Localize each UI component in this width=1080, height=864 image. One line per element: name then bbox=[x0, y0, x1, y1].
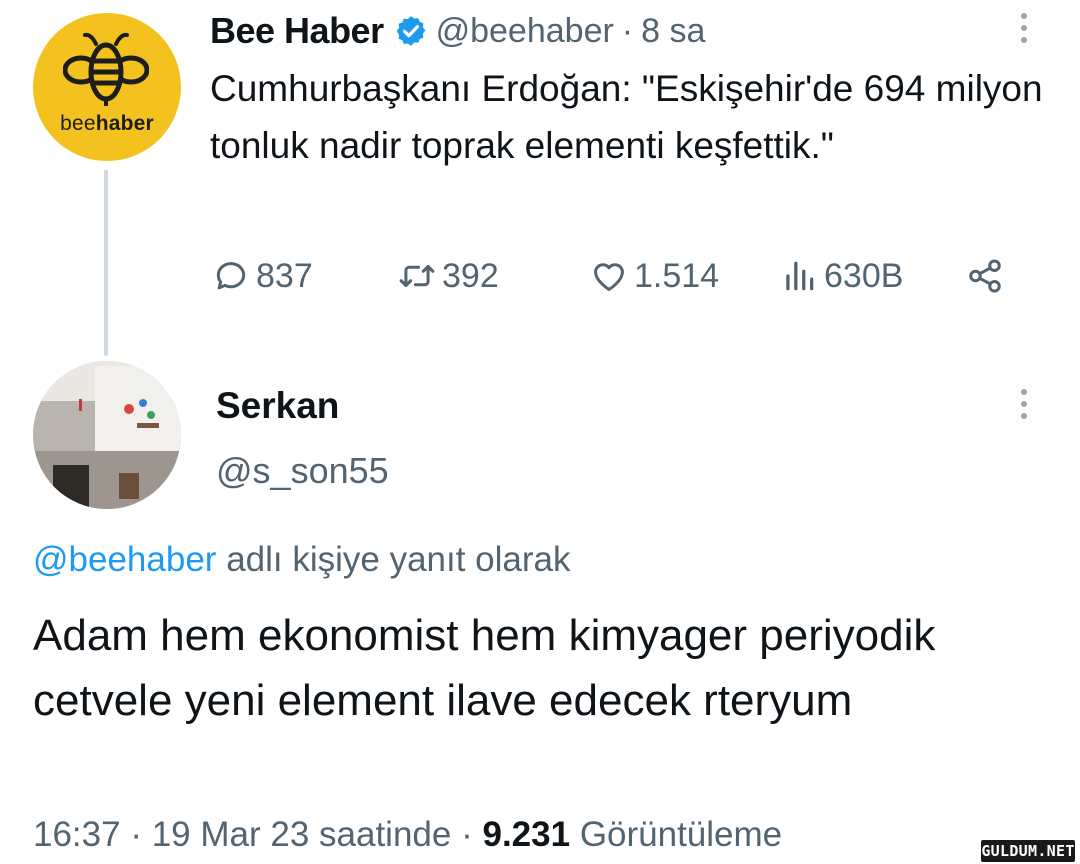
reply-author-handle[interactable]: @s_son55 bbox=[216, 450, 389, 492]
more-options-icon[interactable] bbox=[1014, 389, 1034, 425]
reply-date[interactable]: 19 Mar 23 saatinde bbox=[152, 815, 452, 854]
avatar-photo bbox=[33, 361, 181, 509]
like-count: 1.514 bbox=[634, 256, 720, 295]
reply-icon bbox=[216, 262, 246, 290]
verified-badge-icon bbox=[396, 16, 425, 46]
reply-views-count: 9.231 bbox=[482, 815, 571, 854]
views-count: 630B bbox=[824, 256, 904, 295]
views-button[interactable]: 630B bbox=[780, 250, 903, 302]
beehaber-wordmark: beehaber bbox=[60, 112, 154, 135]
reply-time[interactable]: 16:37 bbox=[33, 815, 121, 854]
separator-dot: · bbox=[621, 11, 634, 50]
heart-icon bbox=[594, 263, 624, 291]
replying-to-mention[interactable]: @beehaber bbox=[33, 540, 216, 579]
replying-to: @beehaber adlı kişiye yanıt olarak bbox=[33, 540, 571, 580]
tweet-text: Cumhurbaşkanı Erdoğan: "Eskişehir'de 694… bbox=[210, 68, 1043, 166]
reply-text: Adam hem ekonomist hem kimyager periyodi… bbox=[33, 611, 936, 725]
author-name[interactable]: Bee Haber bbox=[210, 10, 384, 52]
bee-logo-icon bbox=[63, 32, 149, 106]
reply-button[interactable]: 837 bbox=[212, 250, 313, 302]
tweet-time[interactable]: 8 sa bbox=[641, 12, 705, 51]
thread-line bbox=[104, 170, 108, 356]
tweet-header: Bee Haber @beehaber · 8 sa bbox=[210, 9, 705, 53]
share-button[interactable] bbox=[966, 250, 1010, 302]
reply-author-name[interactable]: Serkan bbox=[216, 385, 339, 427]
reply-meta: 16:37 · 19 Mar 23 saatinde · 9.231 Görün… bbox=[33, 815, 782, 855]
replying-to-label: adlı kişiye yanıt olarak bbox=[226, 540, 571, 579]
separator-dot: · bbox=[461, 815, 473, 854]
like-button[interactable]: 1.514 bbox=[590, 250, 719, 302]
reply-count: 837 bbox=[256, 256, 313, 295]
site-watermark: GULDUM.NET bbox=[981, 840, 1075, 862]
analytics-icon bbox=[786, 261, 814, 291]
separator-dot: · bbox=[130, 815, 142, 854]
serkan-avatar[interactable] bbox=[33, 361, 181, 509]
reply-views-label: Görüntüleme bbox=[579, 815, 783, 854]
author-handle[interactable]: @beehaber bbox=[436, 12, 614, 51]
retweet-button[interactable]: 392 bbox=[398, 250, 499, 302]
share-icon bbox=[969, 259, 1001, 293]
more-options-icon[interactable] bbox=[1014, 13, 1034, 49]
retweet-icon bbox=[399, 264, 435, 288]
retweet-count: 392 bbox=[442, 256, 499, 295]
